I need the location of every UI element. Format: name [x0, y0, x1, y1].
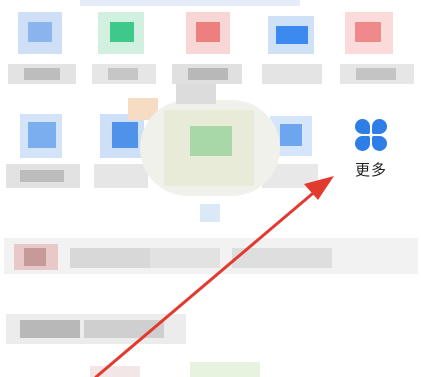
arrow-shaft — [94, 187, 320, 377]
annotation-arrow — [94, 176, 334, 377]
